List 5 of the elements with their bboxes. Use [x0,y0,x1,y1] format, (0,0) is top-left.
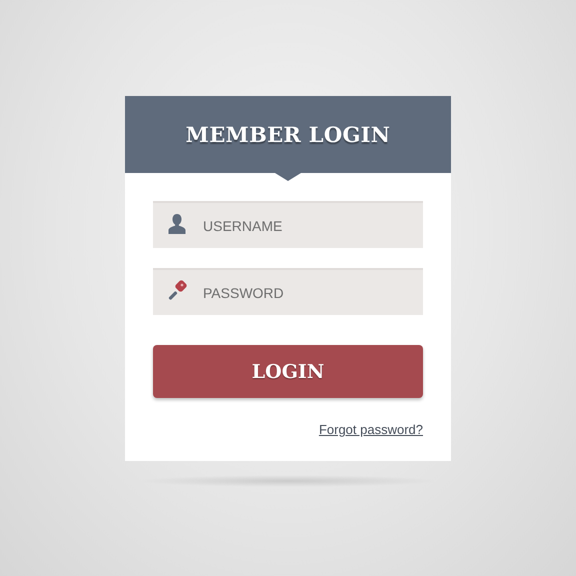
password-field[interactable]: PASSWORD [153,268,423,315]
forgot-password-link[interactable]: Forgot password? [318,422,423,437]
form-title: MEMBER LOGIN [186,122,390,147]
username-field[interactable]: USERNAME [153,201,423,248]
login-button[interactable]: LOGIN [153,345,423,398]
